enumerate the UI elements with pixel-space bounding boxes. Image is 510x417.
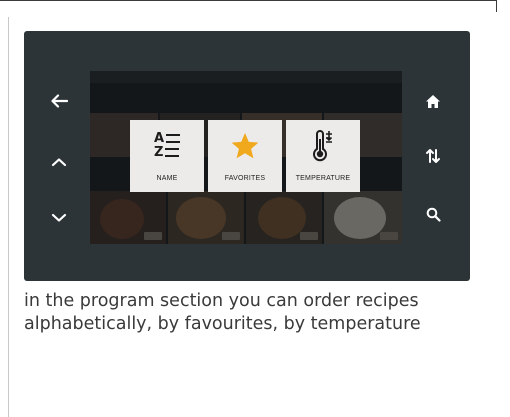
- instruction-caption: in the program section you can order rec…: [24, 291, 421, 334]
- sort-option-label: NAME: [156, 175, 178, 182]
- sort-by-name-button[interactable]: A Z NAME: [130, 120, 204, 192]
- search-icon: [426, 207, 441, 222]
- sort-option-label: TEMPERATURE: [295, 175, 351, 182]
- sort-by-favorites-button[interactable]: FAVORITES: [208, 120, 282, 192]
- sort-option-label: FAVORITES: [224, 175, 266, 182]
- page-frame-top-line: [0, 0, 496, 1]
- sort-arrows-icon: [425, 148, 441, 164]
- page-frame-side-line: [8, 17, 9, 417]
- chevron-down-icon: [51, 213, 67, 223]
- back-button[interactable]: [44, 86, 74, 116]
- az-sort-icon: A Z: [130, 128, 204, 164]
- chevron-up-icon: [51, 157, 67, 167]
- thermometer-icon: [286, 128, 360, 164]
- oven-control-panel: A Z NAME FAVORITES TEMPERATURE: [24, 31, 470, 281]
- arrow-left-icon: [50, 94, 68, 108]
- sort-button[interactable]: [418, 141, 448, 171]
- home-icon: [425, 94, 441, 109]
- scroll-up-button[interactable]: [44, 147, 74, 177]
- home-button[interactable]: [418, 86, 448, 116]
- sort-by-temperature-button[interactable]: TEMPERATURE: [286, 120, 360, 192]
- page-frame-right-line: [496, 0, 497, 12]
- search-button[interactable]: [418, 199, 448, 229]
- scroll-down-button[interactable]: [44, 203, 74, 233]
- star-icon: [208, 128, 282, 164]
